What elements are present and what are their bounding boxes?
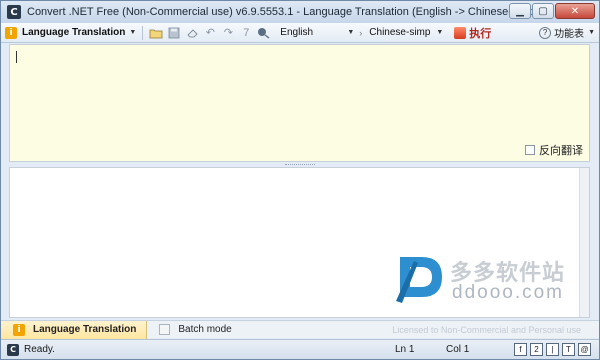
tab-label: Language Translation xyxy=(33,324,137,335)
undo-icon[interactable]: ↶ xyxy=(203,26,217,40)
status-text: Ready. xyxy=(24,344,55,355)
run-icon xyxy=(454,26,467,39)
chevron-down-icon: ▼ xyxy=(588,29,595,36)
license-text: Licensed to Non-Commercial and Personal … xyxy=(392,325,581,335)
run-label: 执行 xyxy=(469,27,492,40)
app-icon[interactable]: C xyxy=(7,5,21,19)
web-tool-button[interactable]: @ xyxy=(578,343,591,356)
text-cursor xyxy=(16,51,17,63)
watermark-logo-icon xyxy=(396,257,442,303)
source-language-value: English xyxy=(280,27,314,38)
mode-tab-bar: i Language Translation Batch mode Licens… xyxy=(1,320,599,339)
run-button[interactable]: 执行 xyxy=(454,25,491,41)
watermark-en: ddooo.com xyxy=(452,282,565,303)
tab-label: Batch mode xyxy=(178,324,232,335)
column-indicator: Col 1 xyxy=(446,344,470,355)
line-indicator: Ln 1 xyxy=(395,344,415,355)
text-tool-button[interactable]: T xyxy=(562,343,575,356)
cursor-tool-button[interactable]: | xyxy=(546,343,559,356)
save-icon[interactable] xyxy=(167,26,181,40)
help-icon: ? xyxy=(539,26,552,39)
target-language-value: Chinese-simp xyxy=(369,27,431,38)
two-tool-button[interactable]: 2 xyxy=(530,343,543,356)
splitter-grip[interactable] xyxy=(284,163,315,166)
window-controls: ▁ ▢ ✕ xyxy=(509,3,595,19)
source-text-editor[interactable]: 反向翻译 xyxy=(9,44,590,162)
app-status-icon: C xyxy=(7,343,19,356)
direction-arrow-icon: › xyxy=(359,27,363,38)
status-tools: f 2 | T @ xyxy=(514,343,591,356)
tab-language-translation[interactable]: i Language Translation xyxy=(1,320,148,339)
translation-output-editor[interactable]: 多多软件站 ddooo.com xyxy=(9,167,590,318)
mode-dropdown[interactable]: Language Translation ▼ xyxy=(22,27,136,38)
redo-icon[interactable]: ↷ xyxy=(221,26,235,40)
app-window: C Convert .NET Free (Non-Commercial use)… xyxy=(0,0,600,360)
reverse-translation-checkbox[interactable] xyxy=(525,145,535,155)
paste-icon[interactable]: 7 xyxy=(239,26,253,40)
chevron-down-icon: ▼ xyxy=(347,29,355,36)
title-bar: C Convert .NET Free (Non-Commercial use)… xyxy=(1,1,599,23)
chevron-down-icon: ▼ xyxy=(129,29,137,36)
window-title: Convert .NET Free (Non-Commercial use) v… xyxy=(27,6,539,18)
info-icon: i xyxy=(5,26,17,39)
status-bar: C Ready. Ln 1 Col 1 f 2 | T @ xyxy=(1,339,599,359)
watermark: 多多软件站 ddooo.com xyxy=(392,249,572,305)
open-folder-icon[interactable] xyxy=(149,26,163,40)
main-toolbar: i Language Translation ▼ ↶ ↷ 7 English ▼… xyxy=(1,23,599,43)
close-button[interactable]: ✕ xyxy=(555,3,595,19)
batch-icon xyxy=(159,324,171,335)
tab-batch-mode[interactable]: Batch mode xyxy=(147,321,241,339)
eraser-icon[interactable] xyxy=(185,26,199,40)
reverse-translation-option[interactable]: 反向翻译 xyxy=(525,142,583,158)
maximize-button[interactable]: ▢ xyxy=(532,3,554,19)
vertical-scrollbar[interactable] xyxy=(579,168,589,317)
features-menu[interactable]: ? 功能表 ▼ xyxy=(539,25,595,40)
chevron-down-icon: ▼ xyxy=(436,29,444,36)
features-label: 功能表 xyxy=(554,29,585,40)
font-tool-button[interactable]: f xyxy=(514,343,527,356)
source-language-select[interactable]: English ▼ xyxy=(277,25,357,40)
toolbar-separator xyxy=(142,25,144,40)
mode-label: Language Translation xyxy=(22,27,126,38)
info-icon: i xyxy=(13,323,25,336)
minimize-button[interactable]: ▁ xyxy=(509,3,531,19)
target-language-select[interactable]: Chinese-simp ▼ xyxy=(366,25,446,40)
translate-icon[interactable] xyxy=(257,26,271,40)
reverse-translation-label: 反向翻译 xyxy=(539,145,583,157)
